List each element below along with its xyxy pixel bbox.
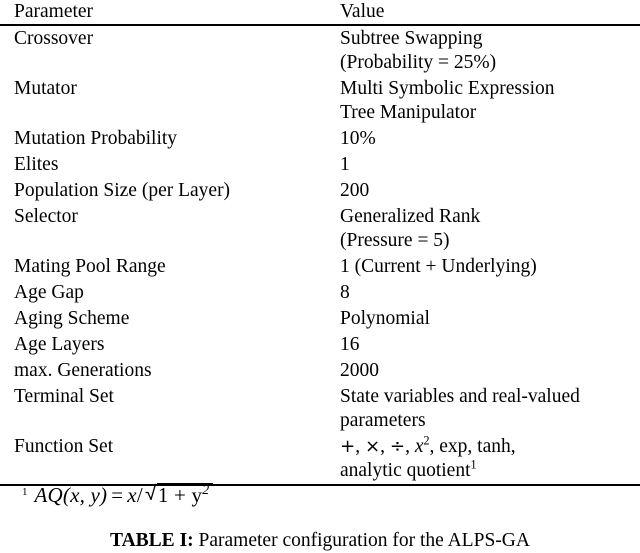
formula-numerator: x bbox=[127, 483, 137, 507]
value-line: Multi Symbolic Expression bbox=[340, 78, 555, 99]
table-row: Function Set +, ×, ÷, x2, exp, tanh, ana… bbox=[0, 434, 640, 484]
row-value-cell: State variables and real-valued paramete… bbox=[335, 384, 640, 434]
footnote-marker: 1 bbox=[22, 485, 28, 498]
row-value-cell: 1 (Current + Underlying) bbox=[335, 254, 640, 280]
table-row: Elites 1 bbox=[0, 152, 640, 178]
radicand: 1 + y2 bbox=[157, 482, 210, 507]
row-value-cell: 2000 bbox=[335, 358, 640, 384]
table-row: Mutator Multi Symbolic Expression Tree M… bbox=[0, 76, 640, 126]
row-parameter-label: Aging Scheme bbox=[14, 308, 130, 329]
row-parameter-label: Elites bbox=[14, 154, 59, 175]
row-value-cell: 16 bbox=[335, 332, 640, 358]
value-line: 200 bbox=[340, 180, 370, 201]
footnote-formula: AQ(x, y) = x/ 1 + y2 bbox=[34, 482, 214, 508]
row-value-cell: Generalized Rank (Pressure = 5) bbox=[335, 204, 640, 254]
table-row: Mating Pool Range 1 (Current + Underlyin… bbox=[0, 254, 640, 280]
value-line: Generalized Rank bbox=[340, 206, 481, 227]
formula-lhs: AQ(x, y) bbox=[34, 483, 108, 507]
value-line: 8 bbox=[340, 282, 350, 303]
square-root-icon: 1 + y2 bbox=[145, 482, 214, 508]
table-footnote: 1 AQ(x, y) = x/ 1 + y2 bbox=[0, 482, 640, 510]
row-value-cell: 1 bbox=[335, 152, 640, 178]
radicand-exponent: 2 bbox=[202, 482, 210, 497]
row-value-cell: Subtree Swapping (Probability = 25%) bbox=[335, 26, 640, 76]
table-row: Aging Scheme Polynomial bbox=[0, 306, 640, 332]
row-value-cell: +, ×, ÷, x2, exp, tanh, analytic quotien… bbox=[335, 434, 640, 484]
row-parameter-label: Mating Pool Range bbox=[14, 256, 166, 277]
value-line: 2000 bbox=[340, 360, 379, 381]
row-value-cell: 8 bbox=[335, 280, 640, 306]
table-row: max. Generations 2000 bbox=[0, 358, 640, 384]
row-parameter-label: Mutator bbox=[14, 78, 77, 99]
row-value-cell: Polynomial bbox=[335, 306, 640, 332]
row-parameter-label: max. Generations bbox=[14, 360, 152, 381]
table-row: Population Size (per Layer) 200 bbox=[0, 178, 640, 204]
value-line: State variables and real-valued bbox=[340, 386, 580, 407]
parameter-table-block: Parameter Value Crossover Subtree Swappi… bbox=[0, 0, 640, 486]
table-row: Mutation Probability 10% bbox=[0, 126, 640, 152]
table-row: Age Gap 8 bbox=[0, 280, 640, 306]
formula-slash: / bbox=[136, 483, 143, 507]
table-body: Crossover Subtree Swapping (Probability … bbox=[0, 26, 640, 486]
table-row: Selector Generalized Rank (Pressure = 5) bbox=[0, 204, 640, 254]
formula-equals: = bbox=[111, 483, 124, 507]
row-value-cell: 200 bbox=[335, 178, 640, 204]
value-line: (Pressure = 5) bbox=[340, 230, 450, 251]
row-value-cell: 10% bbox=[335, 126, 640, 152]
table-caption: TABLE I: Parameter configuration for the… bbox=[0, 529, 640, 553]
value-line: 1 bbox=[340, 154, 350, 175]
table-header: Parameter Value bbox=[0, 0, 640, 26]
column-header-value: Value bbox=[340, 1, 385, 22]
row-parameter-label: Population Size (per Layer) bbox=[14, 180, 231, 201]
row-value-cell: Multi Symbolic Expression Tree Manipulat… bbox=[335, 76, 640, 126]
value-line: (Probability = 25%) bbox=[340, 52, 497, 73]
value-line: parameters bbox=[340, 410, 426, 431]
row-parameter-label: Age Gap bbox=[14, 282, 84, 303]
value-line: 10% bbox=[340, 128, 376, 149]
row-parameter-label: Selector bbox=[14, 206, 78, 227]
row-parameter-label: Age Layers bbox=[14, 334, 105, 355]
row-parameter-label: Crossover bbox=[14, 28, 94, 49]
table-row: Age Layers 16 bbox=[0, 332, 640, 358]
column-header-parameter: Parameter bbox=[14, 1, 94, 22]
table-row: Crossover Subtree Swapping (Probability … bbox=[0, 26, 640, 76]
table-header-row: Parameter Value bbox=[0, 0, 640, 24]
row-parameter-label: Terminal Set bbox=[14, 386, 114, 407]
row-parameter-label: Mutation Probability bbox=[14, 128, 178, 149]
value-line-analytic-quotient: analytic quotient1 bbox=[340, 457, 477, 481]
value-line: Subtree Swapping bbox=[340, 28, 483, 49]
table-row: Terminal Set State variables and real-va… bbox=[0, 384, 640, 434]
value-line-function-symbols: +, ×, ÷, x2, exp, tanh, bbox=[340, 433, 516, 457]
table-page: Parameter Value Crossover Subtree Swappi… bbox=[0, 0, 640, 551]
value-line: Tree Manipulator bbox=[340, 102, 477, 123]
value-line: 16 bbox=[340, 334, 360, 355]
parameter-configuration-table: Parameter Value Crossover Subtree Swappi… bbox=[0, 0, 640, 486]
value-line: Polynomial bbox=[340, 308, 430, 329]
row-parameter-label: Function Set bbox=[14, 436, 114, 457]
value-line: 1 (Current + Underlying) bbox=[340, 256, 537, 277]
